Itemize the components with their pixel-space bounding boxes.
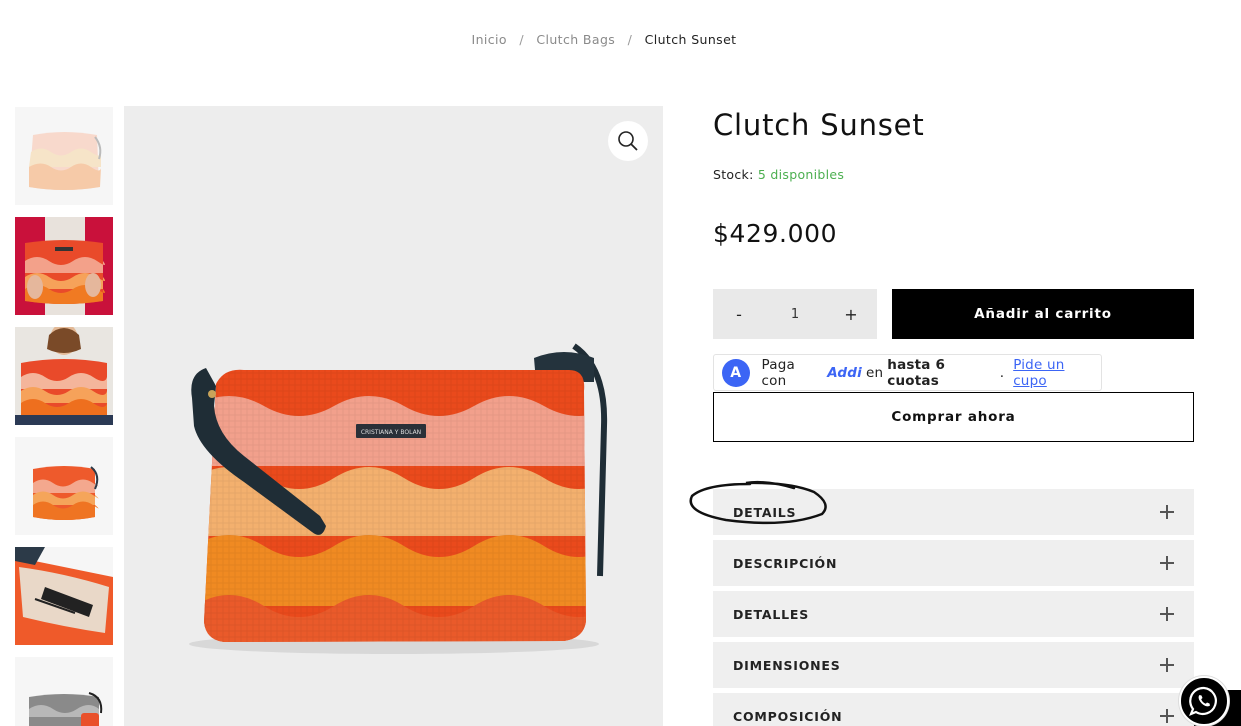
accordion-dimensiones[interactable]: DIMENSIONES: [713, 642, 1194, 688]
plus-icon: [1160, 556, 1174, 570]
plus-icon: [1160, 505, 1174, 519]
product-price: $429.000: [713, 219, 838, 248]
addi-installments: hasta 6 cuotas: [887, 356, 946, 389]
addi-suffix: .: [999, 364, 1005, 381]
thumbnail-1[interactable]: [15, 107, 113, 205]
plus-icon: [1160, 607, 1174, 621]
accordion-composicion[interactable]: COMPOSICIÓN: [713, 693, 1194, 726]
accordion-label: DIMENSIONES: [733, 657, 841, 673]
addi-request-link[interactable]: Pide un cupo: [1013, 357, 1101, 389]
zoom-button[interactable]: [608, 121, 648, 161]
accordion-details-en[interactable]: DETAILS: [713, 489, 1194, 535]
plus-icon: [1160, 709, 1174, 723]
breadcrumb-separator: /: [519, 32, 524, 47]
buy-now-button[interactable]: Comprar ahora: [713, 392, 1194, 442]
accordion-label: DETAILS: [733, 504, 797, 520]
product-info: Clutch Sunset Stock: 5 disponibles $429.…: [713, 106, 1194, 726]
breadcrumb-home-link[interactable]: Inicio: [471, 32, 506, 47]
breadcrumb-current: Clutch Sunset: [644, 32, 737, 47]
whatsapp-button[interactable]: [1179, 676, 1229, 726]
magnifier-icon: [618, 131, 638, 151]
addi-middle: en: [866, 364, 884, 381]
whatsapp-icon: [1189, 686, 1217, 716]
thumbnail-2[interactable]: [15, 217, 113, 315]
addi-logo-icon: A: [722, 358, 750, 387]
quantity-decrease-button[interactable]: -: [729, 305, 749, 324]
thumbnail-6[interactable]: [15, 657, 113, 726]
stock-label: Stock:: [713, 167, 754, 182]
accordion-label: DETALLES: [733, 606, 810, 622]
thumbnail-3[interactable]: [15, 327, 113, 425]
breadcrumb-separator: /: [627, 32, 633, 47]
quantity-increase-button[interactable]: +: [841, 305, 861, 324]
addi-prefix: Paga con: [761, 356, 795, 389]
breadcrumb-category-link[interactable]: Clutch Bags: [536, 32, 615, 47]
accordion-label: COMPOSICIÓN: [733, 708, 843, 724]
breadcrumb: Inicio / Clutch Bags / Clutch Sunset: [0, 32, 1208, 47]
quantity-input[interactable]: 1: [791, 307, 799, 322]
addi-brand: Addi: [827, 364, 862, 381]
svg-text:CRISTIANA Y BOLAN: CRISTIANA Y BOLAN: [361, 429, 421, 436]
product-title: Clutch Sunset: [713, 108, 925, 142]
plus-icon: [1160, 658, 1174, 672]
stock-value: 5 disponibles: [757, 167, 845, 182]
add-to-cart-button[interactable]: Añadir al carrito: [892, 289, 1194, 339]
stock-status: Stock: 5 disponibles: [713, 167, 844, 182]
thumbnail-5[interactable]: [15, 547, 113, 645]
quantity-stepper: - 1 +: [713, 289, 877, 339]
accordion-detalles[interactable]: DETALLES: [713, 591, 1194, 637]
addi-financing-banner: A Paga con Addi en hasta 6 cuotas. Pide …: [713, 354, 1102, 391]
accordion-label: DESCRIPCIÓN: [733, 555, 838, 571]
main-product-image[interactable]: CRISTIANA Y BOLAN: [124, 106, 663, 726]
accordion-descripcion[interactable]: DESCRIPCIÓN: [713, 540, 1194, 586]
thumbnail-4[interactable]: [15, 437, 113, 535]
